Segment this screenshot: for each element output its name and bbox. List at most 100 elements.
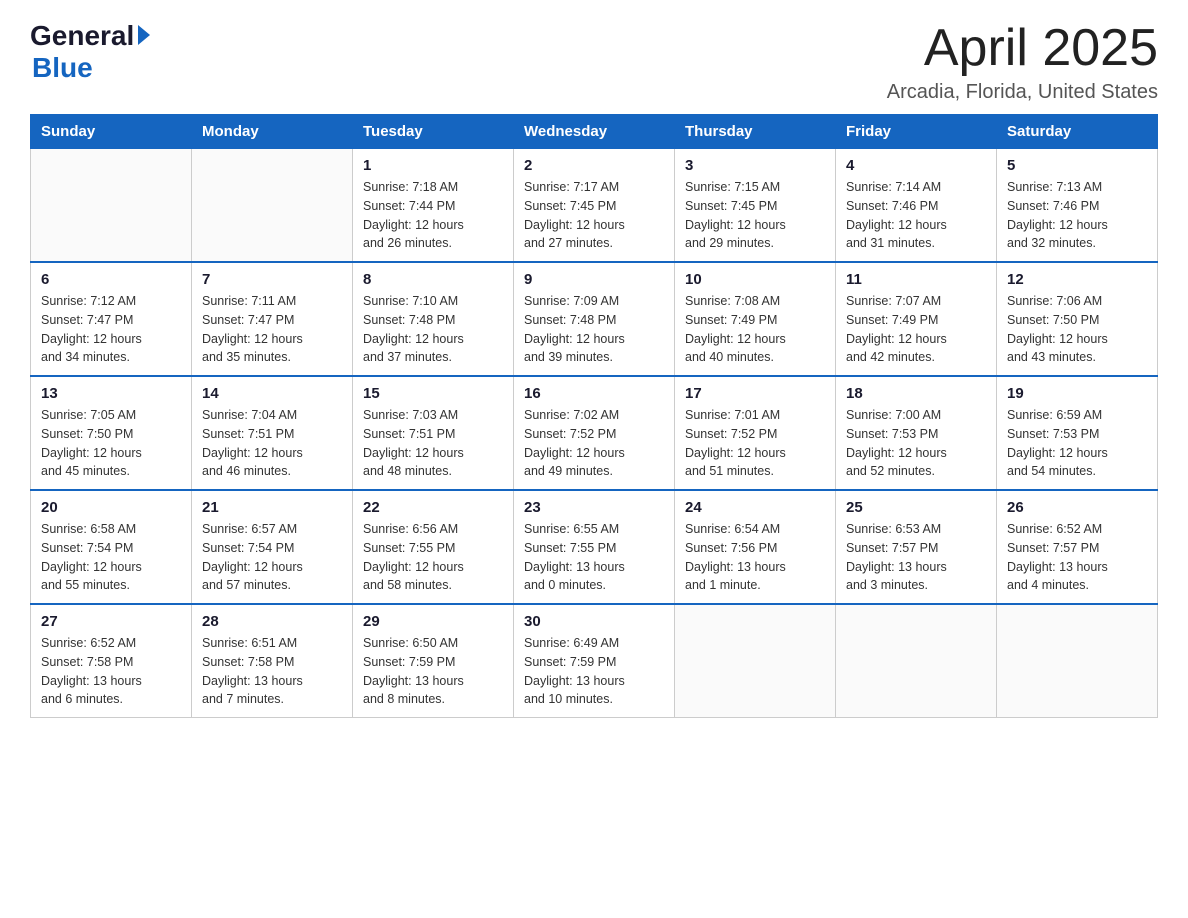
calendar-cell: 11 Sunrise: 7:07 AM Sunset: 7:49 PM Dayli… xyxy=(836,262,997,376)
day-info: Sunrise: 7:09 AM Sunset: 7:48 PM Dayligh… xyxy=(524,292,664,367)
month-title: April 2025 xyxy=(887,20,1158,77)
calendar-header-row: SundayMondayTuesdayWednesdayThursdayFrid… xyxy=(31,115,1158,149)
day-info: Sunrise: 6:49 AM Sunset: 7:59 PM Dayligh… xyxy=(524,634,664,709)
calendar-header-monday: Monday xyxy=(192,115,353,149)
calendar-cell: 20 Sunrise: 6:58 AM Sunset: 7:54 PM Dayli… xyxy=(31,490,192,604)
calendar-header-thursday: Thursday xyxy=(675,115,836,149)
calendar-week-row: 13 Sunrise: 7:05 AM Sunset: 7:50 PM Dayli… xyxy=(31,376,1158,490)
calendar-cell: 30 Sunrise: 6:49 AM Sunset: 7:59 PM Dayli… xyxy=(514,604,675,718)
day-number: 15 xyxy=(363,385,503,402)
calendar-cell: 24Sunrise: 6:54 AM Sunset: 7:56 PM Dayli… xyxy=(675,490,836,604)
day-info: Sunrise: 7:04 AM Sunset: 7:51 PM Dayligh… xyxy=(202,406,342,481)
day-number: 7 xyxy=(202,271,342,288)
day-info: Sunrise: 7:07 AM Sunset: 7:49 PM Dayligh… xyxy=(846,292,986,367)
day-info: Sunrise: 6:57 AM Sunset: 7:54 PM Dayligh… xyxy=(202,520,342,595)
day-number: 10 xyxy=(685,271,825,288)
day-info: Sunrise: 7:02 AM Sunset: 7:52 PM Dayligh… xyxy=(524,406,664,481)
calendar-cell: 21 Sunrise: 6:57 AM Sunset: 7:54 PM Dayli… xyxy=(192,490,353,604)
day-info: Sunrise: 7:11 AM Sunset: 7:47 PM Dayligh… xyxy=(202,292,342,367)
calendar-cell: 23 Sunrise: 6:55 AM Sunset: 7:55 PM Dayli… xyxy=(514,490,675,604)
day-info: Sunrise: 7:06 AM Sunset: 7:50 PM Dayligh… xyxy=(1007,292,1147,367)
calendar-cell: 13 Sunrise: 7:05 AM Sunset: 7:50 PM Dayli… xyxy=(31,376,192,490)
calendar-week-row: 20 Sunrise: 6:58 AM Sunset: 7:54 PM Dayli… xyxy=(31,490,1158,604)
day-info: Sunrise: 6:52 AM Sunset: 7:57 PM Dayligh… xyxy=(1007,520,1147,595)
day-number: 1 xyxy=(363,157,503,174)
calendar-cell: 29Sunrise: 6:50 AM Sunset: 7:59 PM Dayli… xyxy=(353,604,514,718)
day-number: 28 xyxy=(202,613,342,630)
day-number: 8 xyxy=(363,271,503,288)
day-info: Sunrise: 7:14 AM Sunset: 7:46 PM Dayligh… xyxy=(846,178,986,253)
day-info: Sunrise: 6:59 AM Sunset: 7:53 PM Dayligh… xyxy=(1007,406,1147,481)
day-info: Sunrise: 7:12 AM Sunset: 7:47 PM Dayligh… xyxy=(41,292,181,367)
calendar-cell: 26 Sunrise: 6:52 AM Sunset: 7:57 PM Dayli… xyxy=(997,490,1158,604)
calendar-cell xyxy=(997,604,1158,718)
calendar-cell: 19 Sunrise: 6:59 AM Sunset: 7:53 PM Dayli… xyxy=(997,376,1158,490)
logo-arrow-icon xyxy=(138,25,150,45)
calendar-cell: 2 Sunrise: 7:17 AM Sunset: 7:45 PM Daylig… xyxy=(514,149,675,263)
calendar-week-row: 6 Sunrise: 7:12 AM Sunset: 7:47 PM Daylig… xyxy=(31,262,1158,376)
calendar-cell: 14 Sunrise: 7:04 AM Sunset: 7:51 PM Dayli… xyxy=(192,376,353,490)
calendar-cell xyxy=(31,149,192,263)
calendar-cell: 4 Sunrise: 7:14 AM Sunset: 7:46 PM Daylig… xyxy=(836,149,997,263)
day-info: Sunrise: 7:15 AM Sunset: 7:45 PM Dayligh… xyxy=(685,178,825,253)
day-info: Sunrise: 7:13 AM Sunset: 7:46 PM Dayligh… xyxy=(1007,178,1147,253)
calendar-cell: 12 Sunrise: 7:06 AM Sunset: 7:50 PM Dayli… xyxy=(997,262,1158,376)
calendar-cell: 25 Sunrise: 6:53 AM Sunset: 7:57 PM Dayli… xyxy=(836,490,997,604)
calendar-cell: 1 Sunrise: 7:18 AM Sunset: 7:44 PM Daylig… xyxy=(353,149,514,263)
day-info: Sunrise: 6:54 AM Sunset: 7:56 PM Dayligh… xyxy=(685,520,825,595)
day-number: 18 xyxy=(846,385,986,402)
day-number: 12 xyxy=(1007,271,1147,288)
calendar-cell xyxy=(836,604,997,718)
day-number: 30 xyxy=(524,613,664,630)
day-number: 11 xyxy=(846,271,986,288)
calendar-cell: 7 Sunrise: 7:11 AM Sunset: 7:47 PM Daylig… xyxy=(192,262,353,376)
title-block: April 2025 Arcadia, Florida, United Stat… xyxy=(887,20,1158,104)
day-info: Sunrise: 7:05 AM Sunset: 7:50 PM Dayligh… xyxy=(41,406,181,481)
day-info: Sunrise: 7:00 AM Sunset: 7:53 PM Dayligh… xyxy=(846,406,986,481)
calendar-table: SundayMondayTuesdayWednesdayThursdayFrid… xyxy=(30,114,1158,718)
day-number: 9 xyxy=(524,271,664,288)
day-info: Sunrise: 6:52 AM Sunset: 7:58 PM Dayligh… xyxy=(41,634,181,709)
day-info: Sunrise: 6:58 AM Sunset: 7:54 PM Dayligh… xyxy=(41,520,181,595)
day-info: Sunrise: 7:03 AM Sunset: 7:51 PM Dayligh… xyxy=(363,406,503,481)
calendar-cell: 5 Sunrise: 7:13 AM Sunset: 7:46 PM Daylig… xyxy=(997,149,1158,263)
day-number: 4 xyxy=(846,157,986,174)
calendar-cell: 22 Sunrise: 6:56 AM Sunset: 7:55 PM Dayli… xyxy=(353,490,514,604)
day-number: 26 xyxy=(1007,499,1147,516)
calendar-cell: 9 Sunrise: 7:09 AM Sunset: 7:48 PM Daylig… xyxy=(514,262,675,376)
day-number: 23 xyxy=(524,499,664,516)
calendar-cell: 8 Sunrise: 7:10 AM Sunset: 7:48 PM Daylig… xyxy=(353,262,514,376)
calendar-cell: 3Sunrise: 7:15 AM Sunset: 7:45 PM Daylig… xyxy=(675,149,836,263)
calendar-cell: 17Sunrise: 7:01 AM Sunset: 7:52 PM Dayli… xyxy=(675,376,836,490)
day-info: Sunrise: 7:10 AM Sunset: 7:48 PM Dayligh… xyxy=(363,292,503,367)
logo: General Blue xyxy=(30,20,150,84)
day-info: Sunrise: 7:18 AM Sunset: 7:44 PM Dayligh… xyxy=(363,178,503,253)
day-info: Sunrise: 6:53 AM Sunset: 7:57 PM Dayligh… xyxy=(846,520,986,595)
calendar-cell: 10Sunrise: 7:08 AM Sunset: 7:49 PM Dayli… xyxy=(675,262,836,376)
day-number: 14 xyxy=(202,385,342,402)
calendar-header-sunday: Sunday xyxy=(31,115,192,149)
day-number: 16 xyxy=(524,385,664,402)
day-number: 29 xyxy=(363,613,503,630)
day-number: 21 xyxy=(202,499,342,516)
day-number: 19 xyxy=(1007,385,1147,402)
day-number: 22 xyxy=(363,499,503,516)
calendar-cell: 28Sunrise: 6:51 AM Sunset: 7:58 PM Dayli… xyxy=(192,604,353,718)
day-number: 6 xyxy=(41,271,181,288)
calendar-header-friday: Friday xyxy=(836,115,997,149)
day-number: 5 xyxy=(1007,157,1147,174)
location-title: Arcadia, Florida, United States xyxy=(887,81,1158,104)
logo-blue-text: Blue xyxy=(32,52,150,84)
calendar-cell xyxy=(192,149,353,263)
day-info: Sunrise: 7:17 AM Sunset: 7:45 PM Dayligh… xyxy=(524,178,664,253)
day-info: Sunrise: 6:55 AM Sunset: 7:55 PM Dayligh… xyxy=(524,520,664,595)
day-number: 13 xyxy=(41,385,181,402)
calendar-cell: 6 Sunrise: 7:12 AM Sunset: 7:47 PM Daylig… xyxy=(31,262,192,376)
day-info: Sunrise: 6:56 AM Sunset: 7:55 PM Dayligh… xyxy=(363,520,503,595)
day-number: 27 xyxy=(41,613,181,630)
day-number: 25 xyxy=(846,499,986,516)
day-number: 2 xyxy=(524,157,664,174)
calendar-week-row: 1 Sunrise: 7:18 AM Sunset: 7:44 PM Daylig… xyxy=(31,149,1158,263)
calendar-header-wednesday: Wednesday xyxy=(514,115,675,149)
day-number: 20 xyxy=(41,499,181,516)
